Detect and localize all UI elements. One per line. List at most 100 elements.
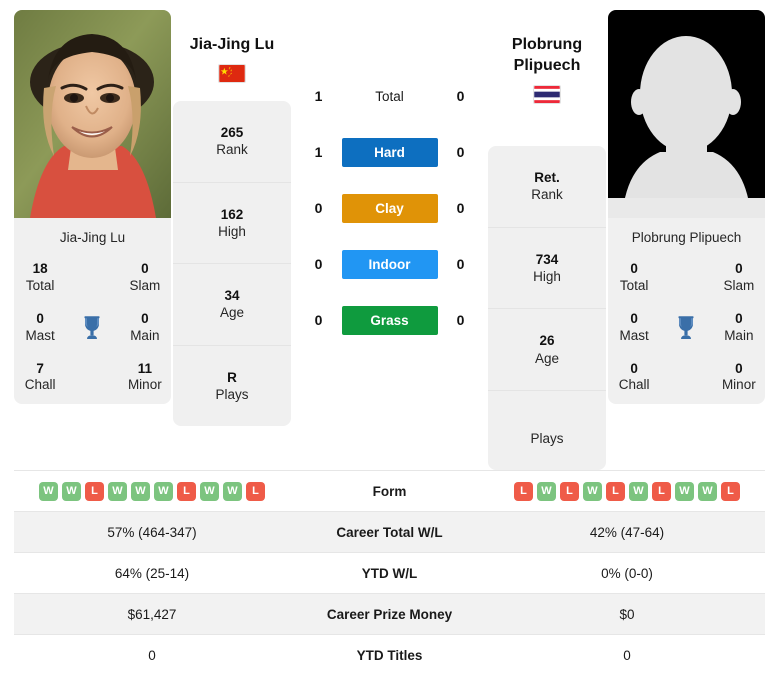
h2h-row-hard: 1 Hard 0 bbox=[293, 124, 486, 180]
table-row: 18 Total 0 Slam bbox=[14, 255, 171, 305]
form-badge-left-9: L bbox=[246, 481, 265, 501]
h2h-row-total: 1 Total 0 bbox=[293, 68, 486, 124]
table-row: 0 Total 0 Slam bbox=[608, 255, 765, 305]
spacer-cell bbox=[66, 255, 118, 305]
left-rank-cell: 265 Rank bbox=[173, 101, 291, 183]
h2h-row-indoor: 0 Indoor 0 bbox=[293, 236, 486, 292]
table-row: 0 Mast 0 Main bbox=[14, 305, 171, 355]
left-player-info-column: Jia-Jing Lu 265 Rank 162 High 34 Age R P… bbox=[171, 10, 293, 427]
left-title-mast: 0 Mast bbox=[25, 310, 55, 343]
form-badge-left-4: W bbox=[131, 481, 150, 501]
form-badge-right-1: W bbox=[537, 481, 556, 501]
h2h-label-total: Total bbox=[375, 88, 404, 104]
right-player-rank-card: Ret. Rank 734 High 26 Age Plays bbox=[488, 146, 606, 471]
form-badge-left-5: W bbox=[154, 481, 173, 501]
h2h-left-score-total: 1 bbox=[314, 88, 323, 104]
right-title-total: 0 Total bbox=[619, 261, 649, 293]
right-title-minor: 0 Minor bbox=[721, 360, 756, 393]
avatar-placeholder-icon bbox=[608, 10, 765, 218]
right-player-name-line2: Plipuech bbox=[513, 57, 581, 75]
china-flag-icon bbox=[218, 64, 246, 84]
surface-badge-grass[interactable]: Grass bbox=[341, 305, 438, 335]
table-row: 0 Chall 0 Minor bbox=[608, 355, 765, 405]
left-form-cell: WWLWWWLWWL bbox=[14, 471, 290, 512]
right-plays-cell: Plays bbox=[530, 430, 564, 446]
form-badge-left-2: L bbox=[85, 481, 104, 501]
left-form-strip: WWLWWWLWWL bbox=[14, 481, 290, 501]
right-age-cell: 26 Age bbox=[488, 309, 606, 391]
form-badge-right-8: W bbox=[698, 481, 717, 501]
h2h-right-score-indoor: 0 bbox=[456, 256, 465, 272]
left-title-main: 0 Main bbox=[130, 310, 160, 343]
trophy-icon bbox=[678, 315, 694, 339]
right-player-card[interactable]: Plobrung Plipuech 0 Total 0 Slam 0 Mast … bbox=[608, 10, 765, 405]
right-ytd-titles: 0 bbox=[623, 647, 631, 663]
spacer-cell bbox=[66, 355, 118, 405]
h2h-left-score-clay: 0 bbox=[314, 200, 323, 216]
table-row-prize-money: $61,427 Career Prize Money $0 bbox=[14, 593, 765, 635]
h2h-left-score-grass: 0 bbox=[314, 312, 323, 328]
right-rank-cell: Ret. Rank bbox=[488, 146, 606, 228]
left-plays-cell: R Plays bbox=[215, 369, 249, 402]
ytd-wl-label: YTD W/L bbox=[361, 565, 418, 581]
left-player-photo-caption: Jia-Jing Lu bbox=[59, 230, 126, 245]
table-row: 7 Chall 11 Minor bbox=[14, 355, 171, 405]
form-badge-left-0: W bbox=[39, 481, 58, 501]
form-badge-right-5: W bbox=[629, 481, 648, 501]
left-title-minor: 11 Minor bbox=[127, 360, 162, 393]
head-to-head-column: 1 Total 0 1 Hard 0 0 Clay 0 0 Indoor 0 0 bbox=[293, 10, 486, 348]
right-high-cell: 734 High bbox=[488, 228, 606, 310]
left-player-photo bbox=[14, 10, 171, 218]
surface-badge-indoor[interactable]: Indoor bbox=[341, 249, 438, 279]
left-player-card[interactable]: Jia-Jing Lu 18 Total 0 Slam 0 Mast 0 Mai… bbox=[14, 10, 171, 405]
left-high-cell: 162 High bbox=[173, 183, 291, 265]
left-title-slam: 0 Slam bbox=[129, 261, 161, 293]
h2h-row-grass: 0 Grass 0 bbox=[293, 292, 486, 348]
surface-badge-clay[interactable]: Clay bbox=[341, 193, 438, 223]
right-form-strip: LWLWLWLWWL bbox=[489, 481, 765, 501]
players-comparison-area: Jia-Jing Lu 18 Total 0 Slam 0 Mast 0 Mai… bbox=[0, 0, 779, 471]
h2h-right-score-hard: 0 bbox=[456, 144, 465, 160]
left-career-wl: 57% (464-347) bbox=[107, 524, 197, 540]
table-row-ytd-wl: 64% (25-14) YTD W/L 0% (0-0) bbox=[14, 552, 765, 594]
form-badge-right-6: L bbox=[652, 481, 671, 501]
right-title-mast: 0 Mast bbox=[619, 310, 649, 343]
spacer-cell bbox=[660, 355, 712, 405]
h2h-row-clay: 0 Clay 0 bbox=[293, 180, 486, 236]
left-prize-money: $61,427 bbox=[127, 606, 177, 622]
h2h-right-score-total: 0 bbox=[456, 88, 465, 104]
form-badge-right-4: L bbox=[606, 481, 625, 501]
career-wl-label: Career Total W/L bbox=[336, 524, 443, 540]
right-player-titles-table: 0 Total 0 Slam 0 Mast 0 Main 0 Chall 0 M… bbox=[608, 255, 765, 404]
table-row: 0 Mast 0 Main bbox=[608, 305, 765, 355]
right-prize-money: $0 bbox=[619, 606, 635, 622]
right-player-photo bbox=[608, 10, 765, 218]
form-badge-right-2: L bbox=[560, 481, 579, 501]
table-row-ytd-titles: 0 YTD Titles 0 bbox=[14, 634, 765, 676]
h2h-right-score-grass: 0 bbox=[456, 312, 465, 328]
thailand-flag-icon bbox=[533, 85, 561, 105]
left-player-name[interactable]: Jia-Jing Lu bbox=[190, 34, 274, 55]
h2h-left-score-indoor: 0 bbox=[314, 256, 323, 272]
right-title-slam: 0 Slam bbox=[723, 261, 755, 293]
left-ytd-titles: 0 bbox=[148, 647, 156, 663]
right-player-info-column: Plobrung Plipuech Ret. Rank 734 High 26 … bbox=[486, 10, 608, 471]
table-row-career-wl: 57% (464-347) Career Total W/L 42% (47-6… bbox=[14, 511, 765, 553]
surface-badge-hard[interactable]: Hard bbox=[341, 137, 438, 167]
form-badge-left-7: W bbox=[200, 481, 219, 501]
left-title-total: 18 Total bbox=[25, 261, 55, 293]
right-player-name[interactable]: Plobrung Plipuech bbox=[512, 34, 582, 76]
trophy-icon bbox=[84, 315, 100, 339]
spacer-cell bbox=[660, 255, 712, 305]
h2h-left-score-hard: 1 bbox=[314, 144, 323, 160]
left-trophy-icon-cell bbox=[66, 305, 118, 355]
right-player-photo-caption: Plobrung Plipuech bbox=[631, 230, 742, 245]
table-row-form: WWLWWWLWWL Form LWLWLWLWWL bbox=[14, 470, 765, 512]
right-career-wl: 42% (47-64) bbox=[589, 524, 665, 540]
right-title-main: 0 Main bbox=[724, 310, 754, 343]
form-badge-left-8: W bbox=[223, 481, 242, 501]
comparison-stats-table: WWLWWWLWWL Form LWLWLWLWWL 57% (464-347)… bbox=[14, 470, 765, 676]
right-title-chall: 0 Chall bbox=[618, 360, 650, 393]
left-player-titles-table: 18 Total 0 Slam 0 Mast 0 Main 7 Chall 11… bbox=[14, 255, 171, 404]
ytd-titles-label: YTD Titles bbox=[356, 647, 423, 663]
